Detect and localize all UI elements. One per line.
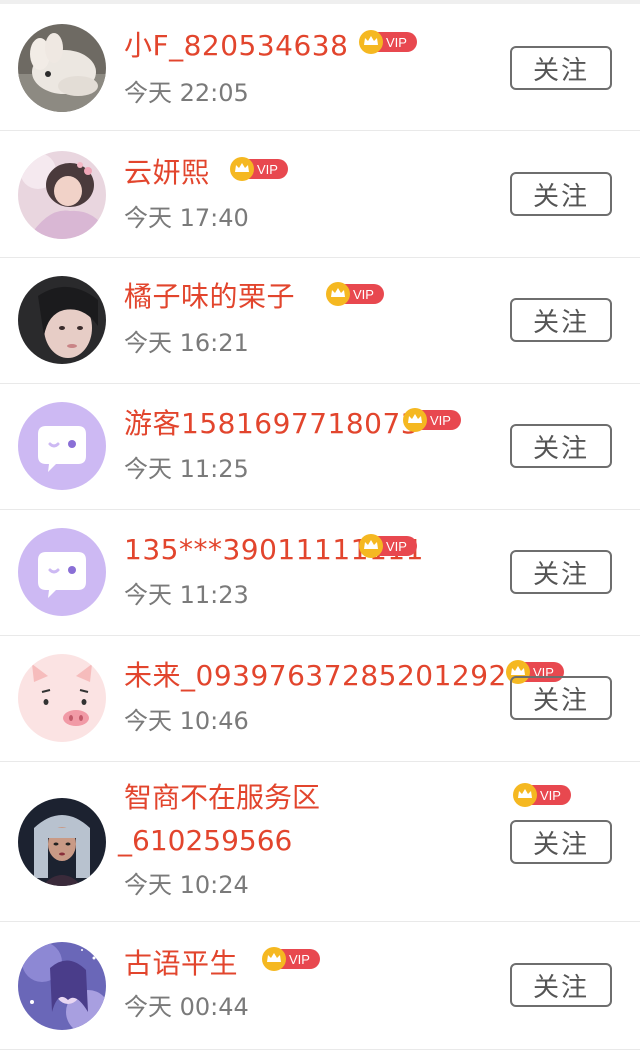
avatar[interactable]	[18, 942, 106, 1030]
timestamp: 今天 00:44	[124, 993, 249, 1021]
default-chat-avatar-icon	[18, 402, 106, 490]
timestamp: 今天 10:46	[124, 707, 249, 735]
username[interactable]: 未来_09397637285201292	[124, 658, 507, 694]
username[interactable]: 游客1581697718073	[124, 406, 419, 442]
timestamp: 今天 17:40	[124, 204, 249, 232]
list-item[interactable]: 古语平生 VIP 今天 00:44 关注	[0, 922, 640, 1050]
girl-photo-avatar	[18, 151, 106, 239]
vip-badge-label: VIP	[353, 287, 374, 302]
vip-badge: VIP	[262, 947, 320, 971]
username-line-1[interactable]: 智商不在服务区	[124, 780, 320, 816]
avatar[interactable]	[18, 402, 106, 490]
follower-list: 小F_820534638 VIP 今天 22:05 关注 云妍熙 VIP 今天 …	[0, 0, 640, 1055]
avatar[interactable]	[18, 528, 106, 616]
portrait-photo-avatar	[18, 276, 106, 364]
follow-button[interactable]: 关注	[510, 46, 612, 90]
vip-badge-label: VIP	[257, 162, 278, 177]
vip-badge-label: VIP	[430, 413, 451, 428]
avatar[interactable]	[18, 151, 106, 239]
pig-avatar-icon	[18, 654, 106, 742]
follow-button[interactable]: 关注	[510, 172, 612, 216]
avatar[interactable]	[18, 798, 106, 886]
vip-badge-label: VIP	[540, 788, 561, 803]
vip-badge-label: VIP	[386, 35, 407, 50]
timestamp: 今天 16:21	[124, 329, 249, 357]
username[interactable]: 云妍熙	[124, 155, 210, 191]
vip-badge-label: VIP	[289, 952, 310, 967]
username[interactable]: 古语平生	[124, 946, 238, 982]
rabbit-photo-avatar	[18, 24, 106, 112]
list-item[interactable]: 135***39011111111 VIP 今天 11:23 关注	[0, 510, 640, 636]
default-chat-avatar-icon	[18, 528, 106, 616]
vip-badge: VIP	[513, 783, 571, 807]
follow-button[interactable]: 关注	[510, 963, 612, 1007]
follow-button[interactable]: 关注	[510, 820, 612, 864]
vip-badge-label: VIP	[386, 539, 407, 554]
vip-badge: VIP	[403, 408, 461, 432]
list-item[interactable]: 未来_09397637285201292 VIP 今天 10:46 关注	[0, 636, 640, 762]
vip-badge: VIP	[230, 157, 288, 181]
username[interactable]: 小F_820534638	[124, 28, 348, 64]
avatar[interactable]	[18, 276, 106, 364]
vip-badge: VIP	[359, 30, 417, 54]
illustrated-avatar-icon	[18, 798, 106, 886]
avatar[interactable]	[18, 24, 106, 112]
follow-button[interactable]: 关注	[510, 550, 612, 594]
follow-button[interactable]: 关注	[510, 676, 612, 720]
vip-badge: VIP	[326, 282, 384, 306]
list-item[interactable]: 小F_820534638 VIP 今天 22:05 关注	[0, 4, 640, 131]
username-line-2[interactable]: _610259566	[118, 823, 292, 859]
list-item[interactable]: 云妍熙 VIP 今天 17:40 关注	[0, 131, 640, 258]
avatar[interactable]	[18, 654, 106, 742]
timestamp: 今天 11:23	[124, 581, 249, 609]
username[interactable]: 橘子味的栗子	[124, 279, 295, 315]
follow-button[interactable]: 关注	[510, 298, 612, 342]
fantasy-avatar-icon	[18, 942, 106, 1030]
vip-badge: VIP	[359, 534, 417, 558]
timestamp: 今天 10:24	[124, 871, 249, 899]
timestamp: 今天 11:25	[124, 455, 249, 483]
timestamp: 今天 22:05	[124, 79, 249, 107]
list-item[interactable]: 智商不在服务区 _610259566 VIP 今天 10:24 关注	[0, 762, 640, 922]
list-item[interactable]: 橘子味的栗子 VIP 今天 16:21 关注	[0, 258, 640, 384]
follow-button[interactable]: 关注	[510, 424, 612, 468]
list-item[interactable]: 游客1581697718073 VIP 今天 11:25 关注	[0, 384, 640, 510]
